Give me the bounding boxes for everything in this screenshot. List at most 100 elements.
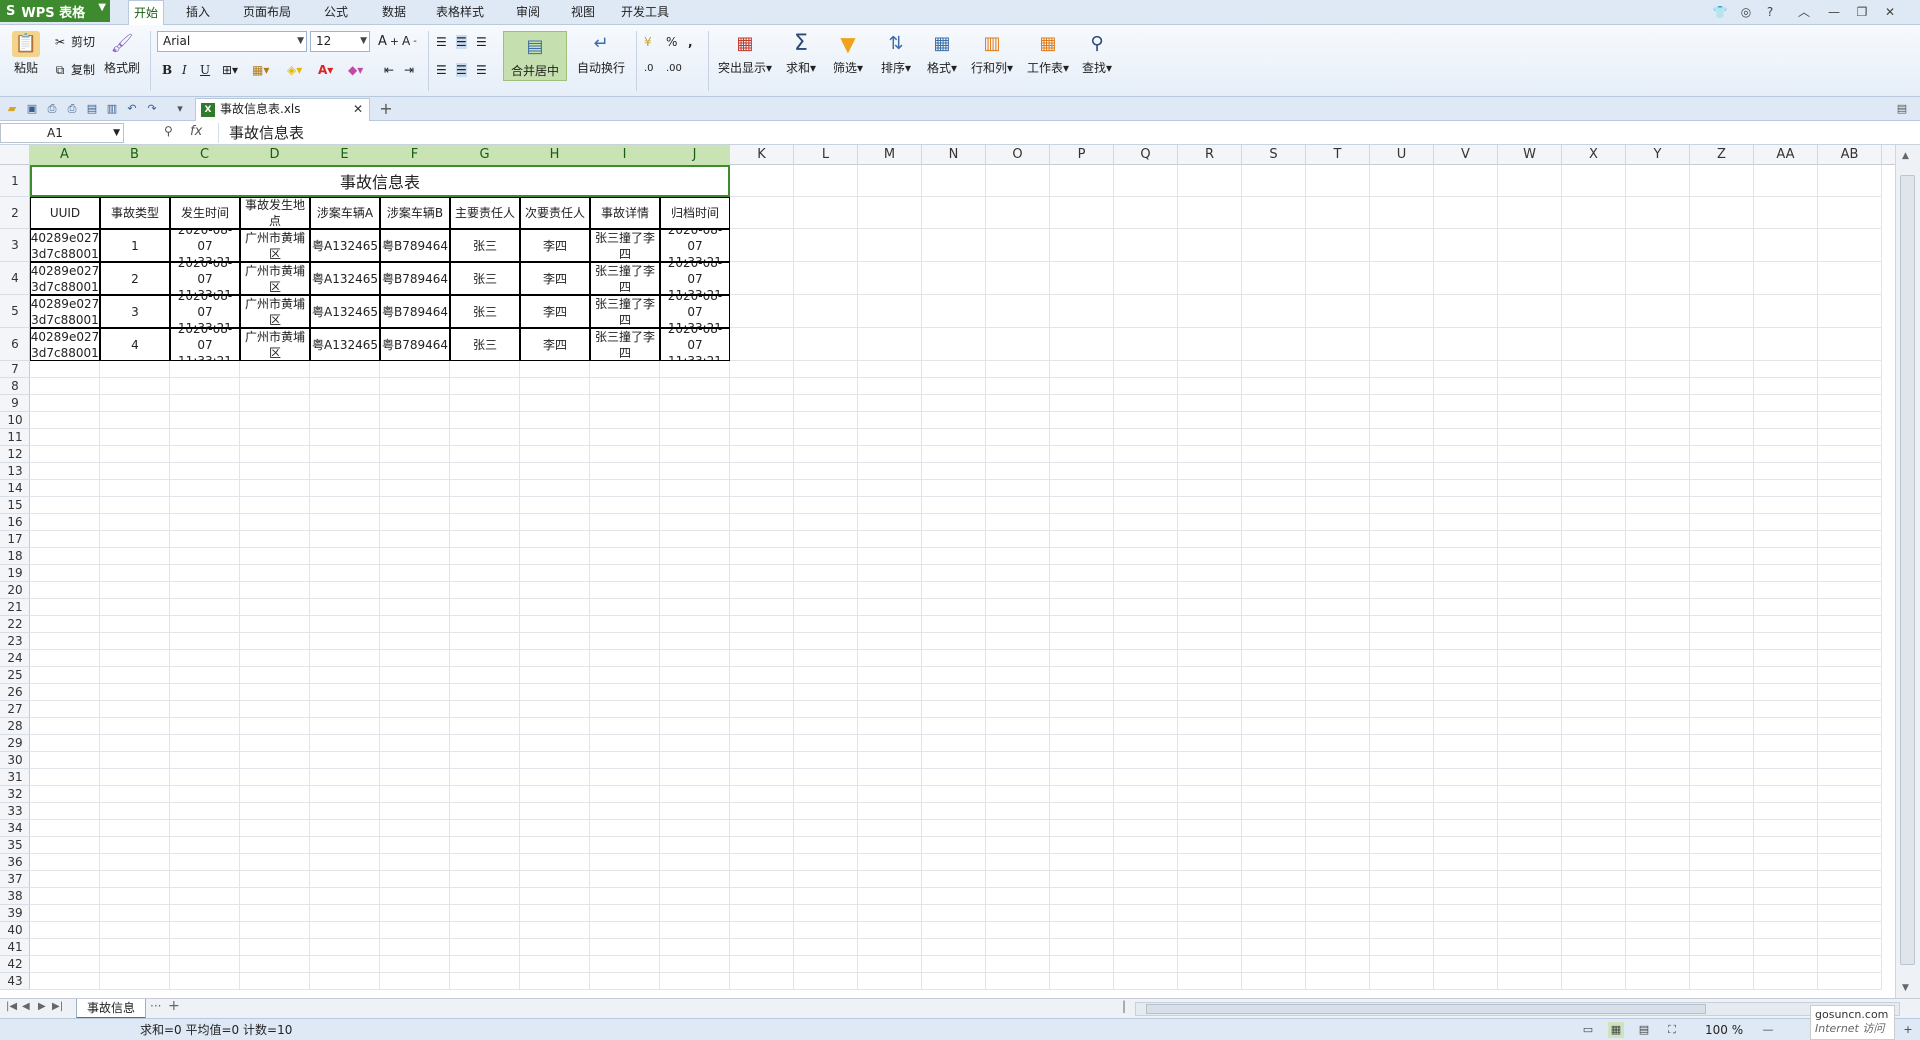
empty-cell[interactable]: [100, 837, 170, 854]
empty-cell[interactable]: [30, 446, 100, 463]
empty-cell[interactable]: [1114, 718, 1178, 735]
empty-cell[interactable]: [1434, 582, 1498, 599]
empty-cell[interactable]: [922, 582, 986, 599]
empty-cell[interactable]: [380, 565, 450, 582]
empty-cell[interactable]: [1690, 328, 1754, 361]
increase-decimal-icon[interactable]: .0: [644, 63, 654, 74]
row-header[interactable]: 15: [0, 497, 30, 514]
empty-cell[interactable]: [986, 752, 1050, 769]
empty-cell[interactable]: [1498, 939, 1562, 956]
horizontal-scrollbar[interactable]: [1135, 1002, 1900, 1016]
empty-cell[interactable]: [1114, 480, 1178, 497]
empty-cell[interactable]: [1626, 837, 1690, 854]
restore-icon[interactable]: ❐: [1852, 3, 1872, 21]
empty-cell[interactable]: [450, 667, 520, 684]
empty-cell[interactable]: [590, 616, 660, 633]
empty-cell[interactable]: [1818, 328, 1882, 361]
empty-cell[interactable]: [858, 701, 922, 718]
prev-sheet-icon[interactable]: ◀: [22, 1001, 30, 1012]
empty-cell[interactable]: [450, 871, 520, 888]
empty-cell[interactable]: [1626, 803, 1690, 820]
empty-cell[interactable]: [380, 803, 450, 820]
empty-cell[interactable]: [1370, 531, 1434, 548]
empty-cell[interactable]: [986, 165, 1050, 197]
empty-cell[interactable]: [1306, 599, 1370, 616]
search-icon[interactable]: ⚲: [164, 124, 173, 138]
empty-cell[interactable]: [1178, 854, 1242, 871]
formula-input[interactable]: 事故信息表: [218, 123, 1920, 143]
header-cell[interactable]: 主要责任人: [450, 197, 520, 229]
empty-cell[interactable]: [1434, 429, 1498, 446]
empty-cell[interactable]: [986, 229, 1050, 262]
merge-center-button[interactable]: ▤ 合并居中: [503, 31, 567, 81]
empty-cell[interactable]: [1562, 565, 1626, 582]
column-header[interactable]: C: [170, 145, 240, 165]
empty-cell[interactable]: [1818, 229, 1882, 262]
empty-cell[interactable]: [30, 480, 100, 497]
row-header[interactable]: 6: [0, 328, 30, 361]
empty-cell[interactable]: [1818, 973, 1882, 990]
empty-cell[interactable]: [922, 412, 986, 429]
empty-cell[interactable]: [310, 514, 380, 531]
empty-cell[interactable]: [1818, 633, 1882, 650]
empty-cell[interactable]: [1562, 548, 1626, 565]
empty-cell[interactable]: [240, 565, 310, 582]
empty-cell[interactable]: [170, 412, 240, 429]
empty-cell[interactable]: [1434, 650, 1498, 667]
empty-cell[interactable]: [1626, 463, 1690, 480]
empty-cell[interactable]: [1562, 803, 1626, 820]
empty-cell[interactable]: [986, 463, 1050, 480]
empty-cell[interactable]: [310, 361, 380, 378]
empty-cell[interactable]: [520, 514, 590, 531]
empty-cell[interactable]: [1562, 650, 1626, 667]
empty-cell[interactable]: [1370, 786, 1434, 803]
empty-cell[interactable]: [1306, 463, 1370, 480]
empty-cell[interactable]: [450, 395, 520, 412]
empty-cell[interactable]: [1306, 295, 1370, 328]
empty-cell[interactable]: [1178, 497, 1242, 514]
empty-cell[interactable]: [100, 378, 170, 395]
italic-button[interactable]: I: [182, 63, 187, 77]
empty-cell[interactable]: [858, 497, 922, 514]
empty-cell[interactable]: [730, 463, 794, 480]
empty-cell[interactable]: [1434, 565, 1498, 582]
empty-cell[interactable]: [1434, 548, 1498, 565]
empty-cell[interactable]: [1306, 565, 1370, 582]
empty-cell[interactable]: [380, 650, 450, 667]
empty-cell[interactable]: [858, 905, 922, 922]
empty-cell[interactable]: [590, 973, 660, 990]
empty-cell[interactable]: [922, 854, 986, 871]
empty-cell[interactable]: [1754, 395, 1818, 412]
empty-cell[interactable]: [1626, 480, 1690, 497]
empty-cell[interactable]: [922, 735, 986, 752]
align-right-icon[interactable]: ☰: [476, 63, 487, 77]
empty-cell[interactable]: [1242, 922, 1306, 939]
align-left-icon[interactable]: ☰: [436, 63, 447, 77]
empty-cell[interactable]: [986, 820, 1050, 837]
empty-cell[interactable]: [1242, 165, 1306, 197]
empty-cell[interactable]: [1178, 395, 1242, 412]
empty-cell[interactable]: [1114, 616, 1178, 633]
empty-cell[interactable]: [30, 412, 100, 429]
empty-cell[interactable]: [310, 395, 380, 412]
data-cell[interactable]: 40289e027 3d7c88001: [30, 328, 100, 361]
empty-cell[interactable]: [310, 565, 380, 582]
empty-cell[interactable]: [1626, 701, 1690, 718]
empty-cell[interactable]: [660, 956, 730, 973]
empty-cell[interactable]: [730, 786, 794, 803]
empty-cell[interactable]: [1178, 718, 1242, 735]
empty-cell[interactable]: [1434, 514, 1498, 531]
empty-cell[interactable]: [986, 395, 1050, 412]
underline-button[interactable]: U: [200, 63, 210, 77]
empty-cell[interactable]: [310, 769, 380, 786]
empty-cell[interactable]: [922, 905, 986, 922]
empty-cell[interactable]: [1050, 480, 1114, 497]
empty-cell[interactable]: [590, 769, 660, 786]
row-header[interactable]: 26: [0, 684, 30, 701]
empty-cell[interactable]: [170, 956, 240, 973]
empty-cell[interactable]: [730, 650, 794, 667]
empty-cell[interactable]: [794, 922, 858, 939]
empty-cell[interactable]: [380, 888, 450, 905]
data-cell[interactable]: 粤A132465: [310, 229, 380, 262]
empty-cell[interactable]: [1306, 922, 1370, 939]
